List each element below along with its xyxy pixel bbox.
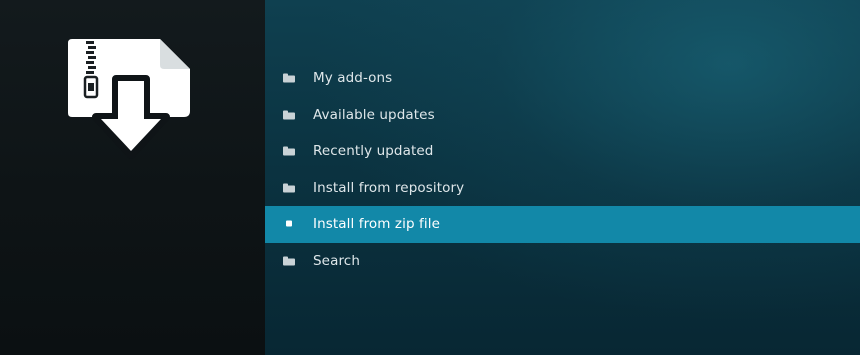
square-bullet-icon [283,220,295,229]
menu-item-label: Search [313,252,360,269]
artwork-panel [0,0,265,355]
folder-icon [283,73,295,83]
menu-item-label: Available updates [313,106,435,123]
folder-icon [283,110,295,120]
folder-icon [283,146,295,156]
zip-file-download-icon [68,39,190,159]
folder-icon [283,256,295,266]
menu-item-install-from-zip-file[interactable]: Install from zip file [265,206,860,243]
menu-item-label: Install from zip file [313,216,440,233]
addon-menu: My add-ons Available updates Recently up… [265,60,860,279]
menu-item-label: My add-ons [313,70,393,87]
menu-item-label: Install from repository [313,179,465,196]
menu-panel: My add-ons Available updates Recently up… [265,0,860,355]
menu-item-search[interactable]: Search [265,243,860,280]
folder-icon [283,183,295,193]
menu-item-label: Recently updated [313,143,434,160]
menu-item-my-addons[interactable]: My add-ons [265,60,860,97]
menu-item-install-from-repository[interactable]: Install from repository [265,170,860,207]
menu-item-recently-updated[interactable]: Recently updated [265,133,860,170]
addon-browser-screen: My add-ons Available updates Recently up… [0,0,860,355]
menu-item-available-updates[interactable]: Available updates [265,97,860,134]
